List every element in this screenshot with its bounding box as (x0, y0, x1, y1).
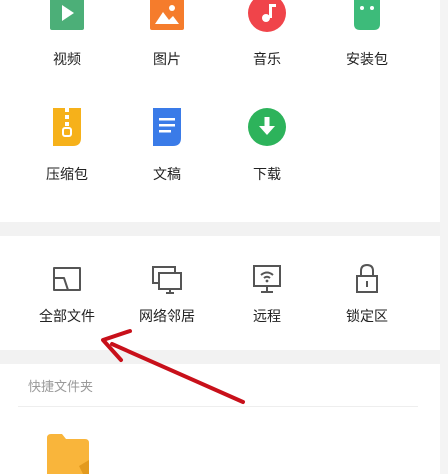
all-files-icon (53, 267, 81, 291)
download-icon (248, 108, 286, 146)
category-music[interactable]: 音乐 (217, 0, 317, 80)
category-label: 图片 (153, 52, 181, 68)
divider (18, 406, 418, 407)
android-icon (354, 0, 380, 30)
category-zip[interactable]: 压缩包 (17, 108, 117, 188)
category-video[interactable]: 视频 (17, 0, 117, 80)
category-document[interactable]: 文稿 (117, 108, 217, 188)
scroll-edge (440, 0, 448, 474)
tool-label: 锁定区 (346, 309, 388, 325)
tool-all-files[interactable]: 全部文件 (17, 236, 117, 350)
file-manager-screen: 视频 图片 音乐 安装包 压缩包 文稿 下载 全部文件 网络邻居 远程 锁定区 … (0, 0, 448, 474)
tool-network-neighbors[interactable]: 网络邻居 (117, 236, 217, 350)
category-label: 文稿 (153, 167, 181, 183)
category-label: 下载 (253, 167, 281, 183)
image-icon (150, 0, 184, 30)
category-label: 安装包 (346, 52, 388, 68)
zip-icon (53, 108, 81, 146)
category-label: 音乐 (253, 52, 281, 68)
tools-row: 全部文件 网络邻居 远程 锁定区 (0, 236, 440, 350)
tool-label: 网络邻居 (139, 309, 195, 325)
document-icon (153, 108, 181, 146)
tool-label: 全部文件 (39, 309, 95, 325)
music-icon (248, 0, 286, 32)
section-divider (0, 350, 440, 364)
category-grid: 视频 图片 音乐 安装包 压缩包 文稿 下载 (0, 0, 440, 222)
section-title: 快捷文件夹 (28, 380, 94, 395)
remote-icon (253, 265, 281, 293)
category-image[interactable]: 图片 (117, 0, 217, 80)
network-neighbors-icon (152, 266, 182, 294)
tool-remote[interactable]: 远程 (217, 236, 317, 350)
category-label: 视频 (53, 52, 81, 68)
quick-folders-section: 快捷文件夹 (0, 364, 440, 474)
tool-lock-zone[interactable]: 锁定区 (317, 236, 417, 350)
category-label: 压缩包 (46, 167, 88, 183)
lock-zone-icon (356, 263, 378, 293)
category-apk[interactable]: 安装包 (317, 0, 417, 80)
tool-label: 远程 (253, 309, 281, 325)
category-download[interactable]: 下载 (217, 108, 317, 188)
video-icon (50, 0, 84, 30)
folder-icon[interactable] (47, 434, 89, 474)
section-divider (0, 222, 440, 236)
